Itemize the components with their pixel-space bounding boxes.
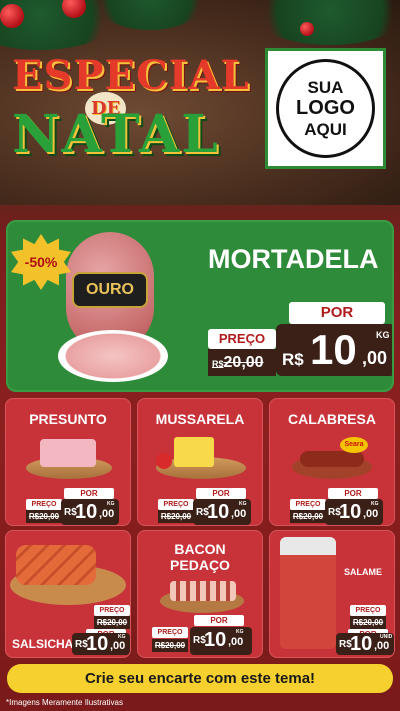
pine-branch-decoration — [250, 0, 400, 45]
logo-placeholder[interactable]: SUA LOGO AQUI — [265, 48, 386, 169]
price-unit: KG — [239, 501, 247, 507]
ornament-icon — [300, 22, 314, 36]
mortadela-slices-image — [58, 330, 168, 382]
price-integer: 10 — [339, 501, 362, 523]
price-integer: 10 — [75, 501, 98, 523]
salsicha-image — [16, 545, 96, 585]
presunto-image — [40, 439, 96, 467]
preco-label: PREÇO — [158, 499, 194, 510]
old-currency: R$ — [212, 359, 224, 369]
product-name: SALSICHA — [12, 637, 74, 651]
product-name: PRESUNTO — [29, 411, 107, 427]
logo-circle: SUA LOGO AQUI — [276, 59, 375, 158]
discount-badge: -50% — [11, 234, 71, 290]
por-label: POR — [194, 615, 244, 626]
preco-label: PREÇO — [350, 605, 386, 616]
preco-label: PREÇO — [290, 499, 326, 510]
old-price-value: 20,00 — [223, 354, 264, 371]
price-box: R$ 10 ,00 KG — [325, 499, 383, 525]
price-unit: KG — [118, 634, 126, 640]
ornament-icon — [0, 4, 24, 28]
product-card-salame[interactable]: SALAME PREÇO R$20,00 POR R$ 10 ,00 UNID — [269, 530, 395, 658]
logo-line: AQUI — [304, 120, 347, 139]
title-especial: ESPECIAL — [12, 52, 250, 99]
featured-product-card[interactable]: OURO -50% MORTADELA POR PREÇO R$20,00 R$… — [6, 220, 394, 392]
tomato-image — [156, 453, 172, 469]
price-integer: 10 — [207, 501, 230, 523]
preco-label: PREÇO — [94, 605, 130, 616]
price-unit: UNID — [380, 634, 393, 640]
old-price: R$20,00 — [208, 349, 276, 376]
old-price: R$20,00 — [290, 510, 326, 523]
product-name: SALAME — [344, 567, 382, 577]
brand-label: OURO — [72, 272, 148, 308]
footnote: *Imagens Meramente Ilustrativas — [6, 698, 123, 707]
product-card-mussarela[interactable]: MUSSARELA PREÇO R$20,00 POR R$ 10 ,00 KG — [137, 398, 263, 526]
old-price: R$20,00 — [158, 510, 194, 523]
price-cents: ,00 — [362, 348, 388, 368]
por-label: POR — [196, 488, 246, 499]
price-box: R$ 10 ,00 KG — [193, 499, 251, 525]
preco-label: PREÇO — [208, 329, 276, 349]
preco-label: PREÇO — [152, 627, 188, 638]
logo-line: LOGO — [296, 97, 355, 119]
price-cents: ,00 — [228, 636, 244, 648]
product-name-line: BACON — [174, 541, 226, 557]
brand-logo: Seara — [340, 437, 368, 453]
header-banner: ESPECIAL DE NATAL SUA LOGO AQUI — [0, 0, 400, 205]
product-name: MUSSARELA — [155, 411, 245, 427]
old-price: R$20,00 — [26, 510, 62, 523]
price-box: R$ 10 ,00 KG — [72, 633, 130, 655]
price-cents: ,00 — [231, 508, 247, 520]
calabresa-image — [300, 451, 364, 467]
price-unit: KG — [107, 501, 115, 507]
old-price: R$20,00 — [94, 616, 130, 629]
salame-package-image — [280, 537, 336, 649]
price-integer: 10 — [310, 326, 357, 373]
old-price: R$20,00 — [350, 616, 386, 629]
price-box: R$ 10 ,00 KG — [190, 627, 252, 655]
price-unit: KG — [376, 330, 390, 340]
title-natal: NATAL — [12, 104, 220, 165]
bacon-image — [170, 581, 236, 601]
price-box: R$ 10 ,00 UNID — [336, 633, 394, 655]
price-integer: 10 — [86, 633, 109, 655]
price-unit: KG — [371, 501, 379, 507]
logo-line: SUA — [307, 78, 344, 97]
product-card-presunto[interactable]: PRESUNTO PREÇO R$20,00 POR R$ 10 ,00 KG — [5, 398, 131, 526]
old-price: R$20,00 — [152, 639, 188, 652]
product-card-bacon[interactable]: BACON PEDAÇO PREÇO R$20,00 POR R$ 10 ,00… — [137, 530, 263, 658]
product-name-line: PEDAÇO — [170, 557, 230, 573]
price-integer: 10 — [350, 633, 373, 655]
product-name: CALABRESA — [288, 411, 376, 427]
product-card-salsicha[interactable]: SALSICHA PREÇO R$20,00 POR R$ 10 ,00 KG — [5, 530, 131, 658]
por-label: POR — [64, 488, 114, 499]
por-label: POR — [289, 302, 385, 324]
price-cents: ,00 — [363, 508, 379, 520]
mussarela-image — [174, 437, 214, 467]
product-name: BACON PEDAÇO — [138, 541, 262, 573]
create-flyer-button[interactable]: Crie seu encarte com este tema! — [7, 664, 393, 693]
por-label: POR — [328, 488, 378, 499]
price-unit: KG — [236, 629, 244, 635]
preco-label: PREÇO — [26, 499, 62, 510]
price-integer: 10 — [204, 629, 227, 651]
price-cents: ,00 — [110, 640, 126, 652]
product-card-calabresa[interactable]: CALABRESA Seara PREÇO R$20,00 POR R$ 10 … — [269, 398, 395, 526]
price-currency: R$ — [282, 350, 304, 369]
featured-product-name: MORTADELA — [208, 244, 379, 274]
price-cents: ,00 — [99, 508, 115, 520]
price-box: R$ 10 ,00 KG — [61, 499, 119, 525]
price-cents: ,00 — [374, 640, 390, 652]
